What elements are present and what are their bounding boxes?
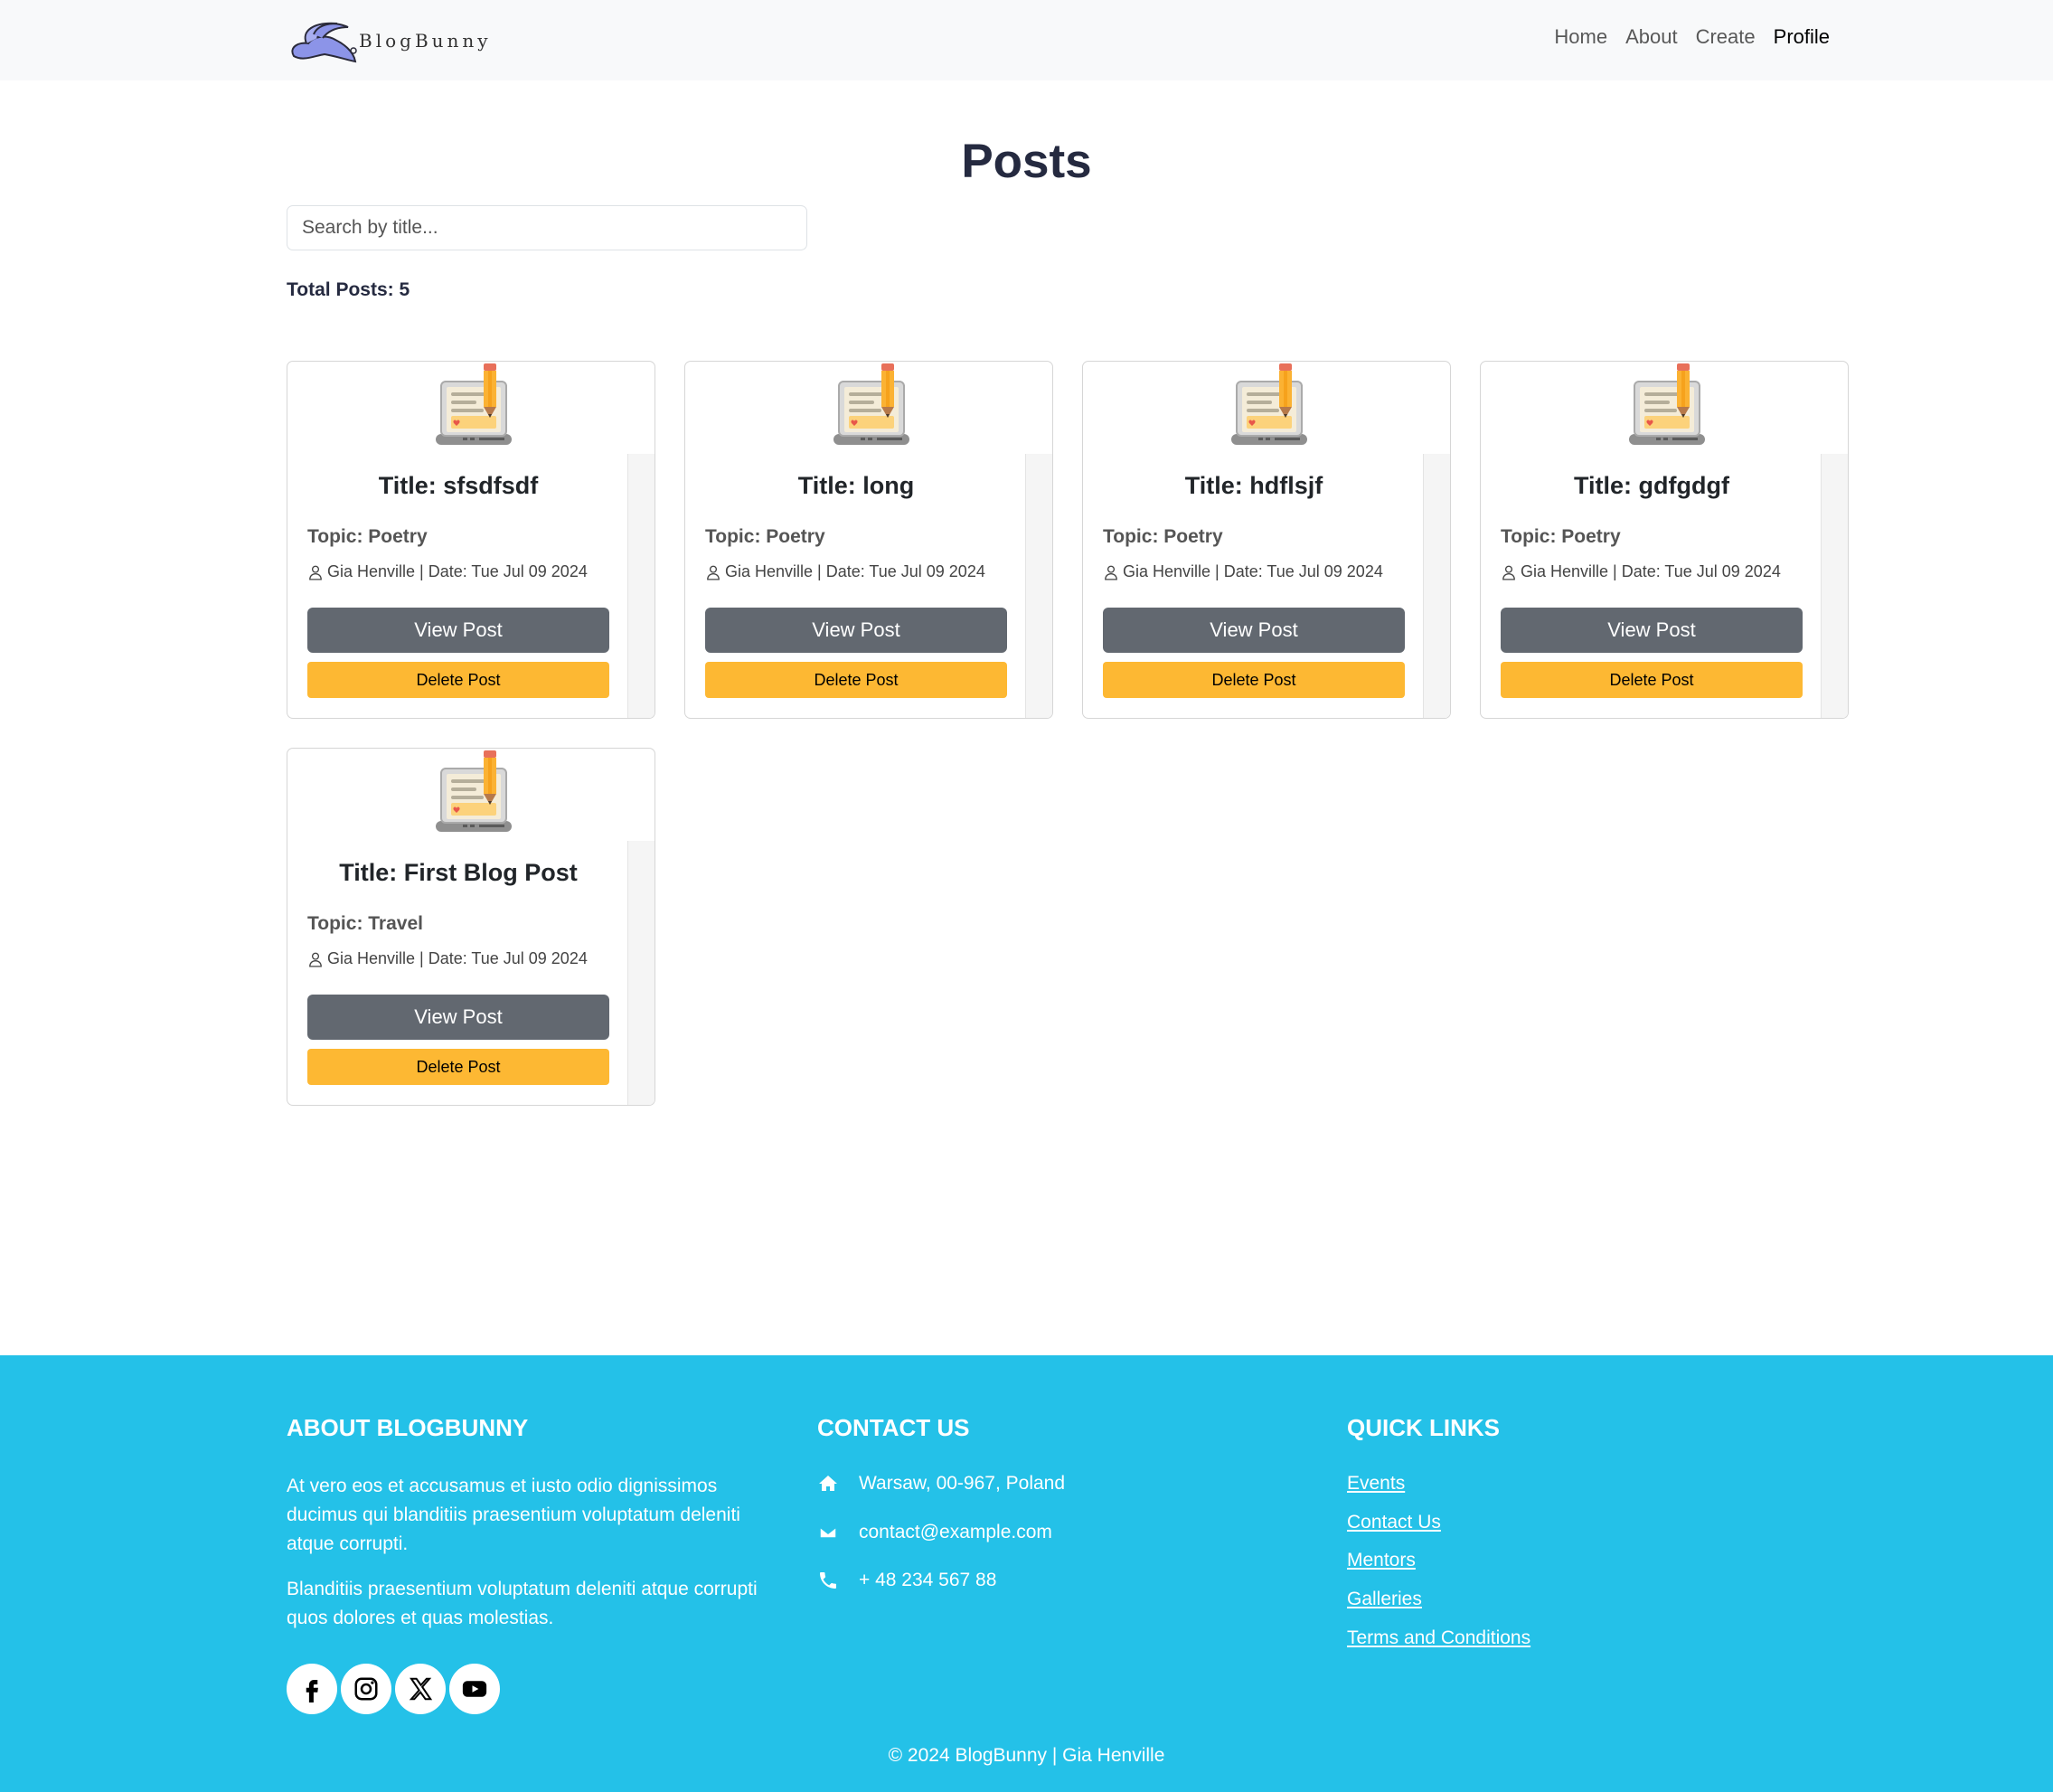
- post-topic: Topic: Poetry: [1501, 526, 1621, 547]
- post-title: Title: long: [797, 472, 915, 499]
- contact-email-text: contact@example.com: [859, 1522, 1052, 1542]
- card-scrollbar[interactable]: [627, 841, 655, 1105]
- post-author-date: Gia Henville | Date: Tue Jul 09 2024: [725, 562, 985, 580]
- post-topic: Topic: Poetry: [307, 526, 428, 547]
- person-icon: [1502, 565, 1515, 580]
- nav-link-about[interactable]: About: [1616, 24, 1687, 51]
- post-topic: Topic: Poetry: [705, 526, 825, 547]
- person-icon: [309, 952, 322, 967]
- view-post-button[interactable]: View Post: [1501, 608, 1803, 653]
- search-input[interactable]: [287, 205, 807, 250]
- quick-link-terms[interactable]: Terms and Conditions: [1347, 1627, 1530, 1649]
- total-posts-count: Total Posts: 5: [287, 279, 410, 300]
- post-topic: Topic: Travel: [307, 913, 423, 934]
- footer: ABOUT BLOGBUNNY At vero eos et accusamus…: [0, 1355, 2053, 1792]
- x-link[interactable]: [395, 1664, 446, 1714]
- view-post-button[interactable]: View Post: [307, 995, 609, 1040]
- post-card: Title: long Topic: Poetry Gia Henville |…: [684, 361, 1053, 719]
- post-meta: Gia Henville | Date: Tue Jul 09 2024: [1103, 562, 1383, 581]
- phone-icon: [820, 1572, 836, 1589]
- copyright: © 2024 BlogBunny | Gia Henville: [888, 1745, 1165, 1766]
- post-card: Title: gdfgdgf Topic: Poetry Gia Henvill…: [1480, 361, 1849, 719]
- facebook-link[interactable]: [287, 1664, 337, 1714]
- bunny-logo-icon: [291, 22, 357, 63]
- contact-phone: + 48 234 567 88: [817, 1570, 996, 1591]
- post-title: Title: hdflsjf: [1184, 472, 1323, 499]
- delete-post-button[interactable]: Delete Post: [1501, 662, 1803, 698]
- person-icon: [707, 565, 720, 580]
- x-icon: [409, 1677, 433, 1701]
- quick-link-galleries[interactable]: Galleries: [1347, 1589, 1422, 1610]
- nav-link-profile[interactable]: Profile: [1765, 24, 1839, 51]
- footer-contact-heading: CONTACT US: [817, 1414, 970, 1441]
- card-image: [427, 749, 521, 843]
- blog-post-icon: [436, 750, 512, 832]
- contact-address: Warsaw, 00-967, Poland: [817, 1473, 1065, 1495]
- post-author-date: Gia Henville | Date: Tue Jul 09 2024: [327, 949, 588, 967]
- nav-link-home[interactable]: Home: [1545, 24, 1616, 51]
- post-title: Title: sfsdfsdf: [378, 472, 539, 499]
- footer-about-text-1: At vero eos et accusamus et iusto odio d…: [287, 1476, 740, 1554]
- blog-post-icon: [1629, 363, 1705, 445]
- facebook-icon: [306, 1680, 318, 1702]
- card-scrollbar[interactable]: [1821, 454, 1848, 718]
- card-image: [427, 362, 521, 456]
- post-author-date: Gia Henville | Date: Tue Jul 09 2024: [1521, 562, 1781, 580]
- delete-post-button[interactable]: Delete Post: [1103, 662, 1405, 698]
- home-icon: [819, 1476, 837, 1491]
- person-icon: [309, 565, 322, 580]
- post-card: Title: First Blog Post Topic: Travel Gia…: [287, 748, 655, 1106]
- quick-link-events[interactable]: Events: [1347, 1473, 1405, 1495]
- post-card: Title: hdflsjf Topic: Poetry Gia Henvill…: [1082, 361, 1451, 719]
- post-author-date: Gia Henville | Date: Tue Jul 09 2024: [327, 562, 588, 580]
- post-meta: Gia Henville | Date: Tue Jul 09 2024: [307, 562, 588, 581]
- card-image: [824, 362, 918, 456]
- post-topic: Topic: Poetry: [1103, 526, 1223, 547]
- post-meta: Gia Henville | Date: Tue Jul 09 2024: [705, 562, 985, 581]
- person-icon: [1105, 565, 1117, 580]
- view-post-button[interactable]: View Post: [307, 608, 609, 653]
- nav-link-create[interactable]: Create: [1687, 24, 1765, 51]
- footer-about-text-2: Blanditiis praesentium voluptatum deleni…: [287, 1579, 758, 1628]
- contact-phone-text: + 48 234 567 88: [859, 1570, 997, 1590]
- blog-post-icon: [833, 363, 909, 445]
- post-title: Title: gdfgdgf: [1574, 472, 1729, 499]
- envelope-icon: [819, 1526, 837, 1539]
- quick-link-contact-us[interactable]: Contact Us: [1347, 1512, 1441, 1533]
- footer-quick-links-heading: QUICK LINKS: [1347, 1414, 1500, 1441]
- card-image: [1620, 362, 1714, 456]
- contact-address-text: Warsaw, 00-967, Poland: [859, 1473, 1066, 1494]
- card-scrollbar[interactable]: [1423, 454, 1450, 718]
- delete-post-button[interactable]: Delete Post: [307, 662, 609, 698]
- youtube-link[interactable]: [449, 1664, 500, 1714]
- navbar: BlogBunny Home About Create Profile: [0, 0, 2053, 80]
- post-card: Title: sfsdfsdf Topic: Poetry Gia Henvil…: [287, 361, 655, 719]
- card-scrollbar[interactable]: [1025, 454, 1052, 718]
- quick-link-mentors[interactable]: Mentors: [1347, 1550, 1416, 1571]
- instagram-link[interactable]: [341, 1664, 391, 1714]
- brand-name: BlogBunny: [359, 30, 492, 52]
- brand-logo[interactable]: BlogBunny: [287, 11, 492, 65]
- delete-post-button[interactable]: Delete Post: [307, 1049, 609, 1085]
- contact-email: contact@example.com: [817, 1522, 1052, 1543]
- youtube-icon: [462, 1681, 487, 1697]
- view-post-button[interactable]: View Post: [705, 608, 1007, 653]
- card-image: [1222, 362, 1316, 456]
- footer-about-heading: ABOUT BLOGBUNNY: [287, 1414, 529, 1441]
- view-post-button[interactable]: View Post: [1103, 608, 1405, 653]
- blog-post-icon: [436, 363, 512, 445]
- instagram-icon: [354, 1677, 378, 1701]
- card-scrollbar[interactable]: [627, 454, 655, 718]
- post-meta: Gia Henville | Date: Tue Jul 09 2024: [307, 949, 588, 968]
- delete-post-button[interactable]: Delete Post: [705, 662, 1007, 698]
- post-title: Title: First Blog Post: [339, 859, 578, 886]
- page-title: Posts: [961, 135, 1092, 188]
- blog-post-icon: [1231, 363, 1307, 445]
- post-author-date: Gia Henville | Date: Tue Jul 09 2024: [1123, 562, 1383, 580]
- post-meta: Gia Henville | Date: Tue Jul 09 2024: [1501, 562, 1781, 581]
- nav-links: Home About Create Profile: [1545, 24, 1839, 51]
